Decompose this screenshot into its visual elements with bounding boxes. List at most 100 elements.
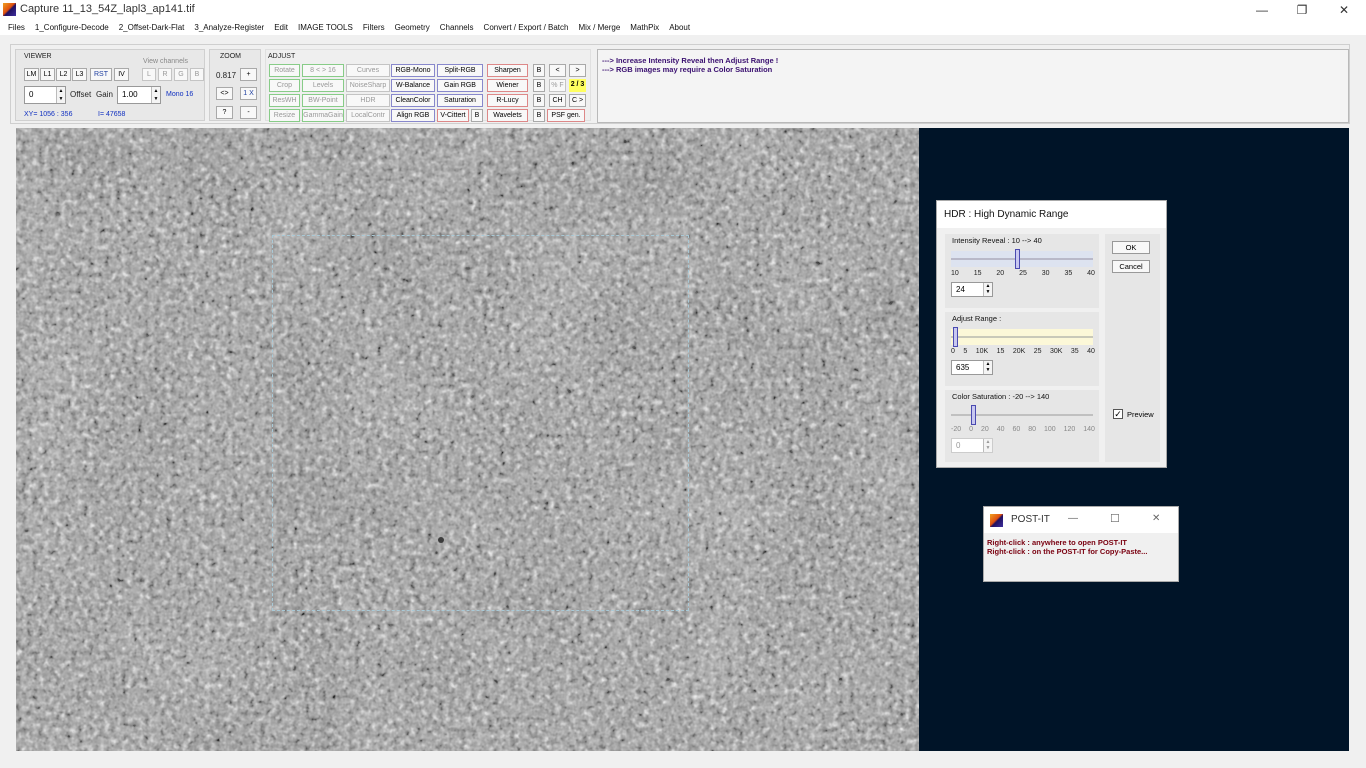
channel-l-button[interactable]: L — [142, 68, 156, 81]
adjust-range-input[interactable]: 635 ▲ ▼ — [951, 360, 993, 375]
close-button[interactable]: ✕ — [1322, 0, 1366, 20]
viewer-l2-button[interactable]: L2 — [56, 68, 71, 81]
zoom-1x-button[interactable]: 1 X — [240, 87, 257, 100]
adjust-reswh-button[interactable]: ResWH — [269, 94, 300, 107]
menu-channels[interactable]: Channels — [435, 20, 479, 35]
minimize-button[interactable]: — — [1240, 0, 1284, 20]
zoom-out-button[interactable]: - — [240, 106, 257, 119]
adjust-rgb-mono-button[interactable]: RGB-Mono — [391, 64, 435, 77]
menu-3-analyze-register[interactable]: 3_Analyze-Register — [189, 20, 269, 35]
adjust-bw-point-button[interactable]: BW-Point — [302, 94, 344, 107]
intensity-reveal-slider[interactable] — [951, 249, 1093, 269]
adjust-sharpen-button[interactable]: Sharpen — [487, 64, 528, 77]
nav-next-button[interactable]: > — [569, 64, 586, 77]
adjust-range-slider[interactable] — [951, 327, 1093, 347]
channel-g-button[interactable]: G — [174, 68, 188, 81]
color-saturation-tick: -20 — [951, 426, 962, 433]
adjust-split-rgb-button[interactable]: Split-RGB — [437, 64, 483, 77]
menu-image-tools[interactable]: IMAGE TOOLS — [293, 20, 358, 35]
adjust-curves-button[interactable]: Curves — [346, 64, 390, 77]
c-next-button[interactable]: C > — [569, 94, 586, 107]
adjust-r-lucy-button[interactable]: R-Lucy — [487, 94, 528, 107]
percent-f-button[interactable]: % F — [549, 79, 566, 92]
gain-field[interactable]: 1.00 ▲ ▼ — [117, 86, 161, 104]
gain-spinner[interactable]: ▲ ▼ — [151, 87, 160, 103]
menu-1-configure-decode[interactable]: 1_Configure-Decode — [30, 20, 114, 35]
viewer-l1-button[interactable]: L1 — [40, 68, 55, 81]
adjust-crop-button[interactable]: Crop — [269, 79, 300, 92]
postit-close-button[interactable]: ✕ — [1152, 513, 1160, 524]
menu-mathpix[interactable]: MathPix — [625, 20, 664, 35]
channel-r-button[interactable]: R — [158, 68, 172, 81]
adjust-gammagain-button[interactable]: GammaGain — [302, 109, 344, 122]
intensity-reveal-spinner[interactable]: ▲ ▼ — [983, 283, 992, 296]
adjust-align-rgb-button[interactable]: Align RGB — [391, 109, 435, 122]
adjust-b-button[interactable]: B — [533, 79, 545, 92]
adjust-panel: ADJUST Rotate Crop ResWH Resize 8 < > 16 Leve… — [265, 49, 591, 122]
offset-spinner[interactable]: ▲ ▼ — [56, 87, 65, 103]
viewer-rst-button[interactable]: RST — [90, 68, 112, 81]
menu-2-offset-dark-flat[interactable]: 2_Offset-Dark-Flat — [114, 20, 190, 35]
zoom-help-button[interactable]: ? — [216, 106, 233, 119]
restore-button[interactable]: ❐ — [1280, 0, 1324, 20]
cancel-button[interactable]: Cancel — [1112, 260, 1150, 273]
preview-checkbox[interactable]: ✓ — [1113, 409, 1123, 419]
offset-field[interactable]: 0 ▲ ▼ — [24, 86, 66, 104]
color-saturation-spinner[interactable]: ▲ ▼ — [983, 439, 992, 452]
color-saturation-slider[interactable] — [951, 405, 1093, 425]
window-title: Capture 11_13_54Z_lapl3_ap141.tif — [20, 3, 195, 15]
intensity-reveal-input[interactable]: 24 ▲ ▼ — [951, 282, 993, 297]
color-saturation-input[interactable]: 0 ▲ ▼ — [951, 438, 993, 453]
intensity-reveal-tick: 35 — [1064, 270, 1073, 277]
adjust-range-spinner[interactable]: ▲ ▼ — [983, 361, 992, 374]
adjust-localcontr-button[interactable]: LocalContr — [346, 109, 390, 122]
gain-label: Gain — [96, 90, 113, 99]
hdr-dialog: HDR : High Dynamic Range Intensity Revea… — [936, 200, 1167, 468]
menu-files[interactable]: Files — [3, 20, 30, 35]
menu-mix-merge[interactable]: Mix / Merge — [573, 20, 625, 35]
adjust-levels-button[interactable]: Levels — [302, 79, 344, 92]
color-saturation-thumb[interactable] — [970, 405, 976, 425]
viewer-l3-button[interactable]: L3 — [72, 68, 87, 81]
adjust-v-cittert-button[interactable]: V-Cittert — [437, 109, 469, 122]
adjust-wavelets-button[interactable]: Wavelets — [487, 109, 528, 122]
adjust-hdr-button[interactable]: HDR — [346, 94, 390, 107]
adjust-rotate-button[interactable]: Rotate — [269, 64, 300, 77]
adjust-range-label: Adjust Range : — [952, 314, 1002, 323]
adjust-wiener-button[interactable]: Wiener — [487, 79, 528, 92]
adjust-b-button[interactable]: B — [471, 109, 483, 122]
menu-about[interactable]: About — [664, 20, 695, 35]
ch-button[interactable]: CH — [549, 94, 566, 107]
ok-button[interactable]: OK — [1112, 241, 1150, 254]
postit-maximize-button[interactable]: ☐ — [1110, 512, 1120, 525]
adjust-resize-button[interactable]: Resize — [269, 109, 300, 122]
offset-value: 0 — [29, 90, 34, 99]
nav-prev-button[interactable]: < — [549, 64, 566, 77]
intensity-reveal-thumb[interactable] — [1015, 249, 1021, 269]
adjust-range-thumb[interactable] — [953, 327, 959, 347]
selection-rectangle[interactable] — [272, 235, 689, 611]
menu-edit[interactable]: Edit — [269, 20, 293, 35]
postit-line-1: Right-click : anywhere to open POST-IT — [987, 538, 1128, 547]
viewer-iv-button[interactable]: IV — [114, 68, 129, 81]
postit-minimize-button[interactable]: — — [1068, 513, 1078, 524]
intensity-reveal-label: Intensity Reveal : 10 --> 40 — [952, 236, 1042, 245]
adjust-saturation-button[interactable]: Saturation — [437, 94, 483, 107]
psf-gen-button[interactable]: PSF gen. — [547, 109, 585, 122]
menu-convert-export-batch[interactable]: Convert / Export / Batch — [479, 20, 574, 35]
menu-filters[interactable]: Filters — [358, 20, 390, 35]
adjust-gain-rgb-button[interactable]: Gain RGB — [437, 79, 483, 92]
adjust-b-button[interactable]: B — [533, 64, 545, 77]
adjust-b-button[interactable]: B — [533, 109, 545, 122]
adjust-cleancolor-button[interactable]: CleanColor — [391, 94, 435, 107]
intensity-reveal-tick: 10 — [951, 270, 959, 277]
channel-b-button[interactable]: B — [190, 68, 204, 81]
adjust-b-button[interactable]: B — [533, 94, 545, 107]
zoom-fit-button[interactable]: <> — [216, 87, 233, 100]
menu-geometry[interactable]: Geometry — [390, 20, 435, 35]
zoom-in-button[interactable]: + — [240, 68, 257, 81]
adjust-w-balance-button[interactable]: W-Balance — [391, 79, 435, 92]
viewer-lm-button[interactable]: LM — [24, 68, 39, 81]
adjust-8-16-button[interactable]: 8 < > 16 — [302, 64, 344, 77]
adjust-noisesharp-button[interactable]: NoiseSharp — [346, 79, 390, 92]
